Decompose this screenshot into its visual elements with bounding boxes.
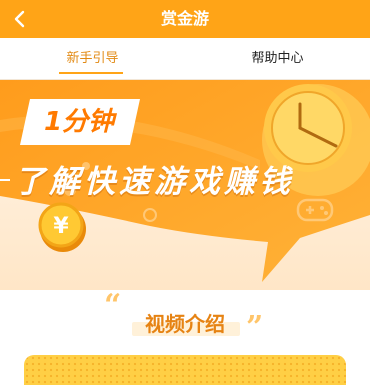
tab-help-center[interactable]: 帮助中心 — [185, 38, 370, 79]
close-quote-mark: ” — [246, 310, 264, 345]
coin-symbol: ¥ — [53, 214, 69, 239]
active-tab-indicator — [59, 72, 123, 74]
video-card[interactable] — [24, 355, 346, 385]
tab-bar: 新手引导 帮助中心 — [0, 38, 370, 80]
page-title: 赏金游 — [160, 9, 209, 28]
open-quote-mark: “ — [104, 288, 122, 323]
headline-main: 了解快速游戏赚钱 — [14, 164, 294, 200]
headline-duration: 1分钟 — [24, 99, 134, 145]
headline-duration-text: 1分钟 — [43, 107, 115, 137]
section-title: 视频介绍 — [145, 312, 225, 336]
top-nav-bar: 赏金游 — [0, 0, 370, 38]
